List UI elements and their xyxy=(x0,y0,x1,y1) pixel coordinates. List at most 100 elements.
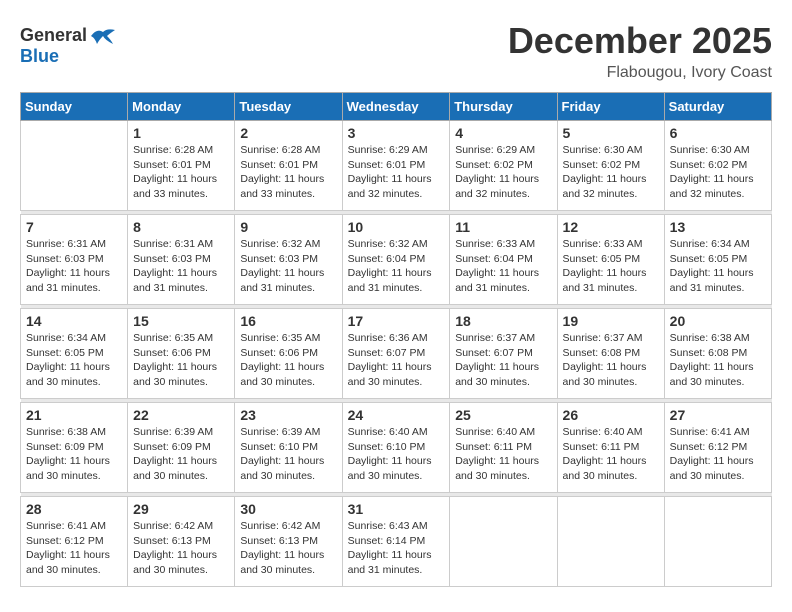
calendar-cell: 5 Sunrise: 6:30 AMSunset: 6:02 PMDaylight… xyxy=(557,121,664,211)
day-info: Sunrise: 6:35 AMSunset: 6:06 PMDaylight:… xyxy=(240,331,336,390)
day-number: 6 xyxy=(670,125,766,141)
calendar-cell: 17 Sunrise: 6:36 AMSunset: 6:07 PMDayligh… xyxy=(342,309,450,399)
day-number: 12 xyxy=(563,219,659,235)
day-number: 21 xyxy=(26,407,122,423)
day-number: 10 xyxy=(348,219,445,235)
col-tuesday: Tuesday xyxy=(235,93,342,121)
day-number: 13 xyxy=(670,219,766,235)
calendar-cell: 27Sunrise: 6:41 AMSunset: 6:12 PMDayligh… xyxy=(664,403,771,493)
day-number: 8 xyxy=(133,219,229,235)
calendar-cell: 21 Sunrise: 6:38 AMSunset: 6:09 PMDayligh… xyxy=(21,403,128,493)
day-number: 19 xyxy=(563,313,659,329)
logo: General Blue xyxy=(20,20,117,67)
calendar-cell: 3Sunrise: 6:29 AMSunset: 6:01 PMDaylight… xyxy=(342,121,450,211)
day-number: 14 xyxy=(26,313,122,329)
calendar-cell: 29 Sunrise: 6:42 AMSunset: 6:13 PMDayligh… xyxy=(128,497,235,587)
day-number: 24 xyxy=(348,407,445,423)
calendar-cell: 4 Sunrise: 6:29 AMSunset: 6:02 PMDaylight… xyxy=(450,121,557,211)
col-friday: Friday xyxy=(557,93,664,121)
day-info: Sunrise: 6:42 AMSunset: 6:13 PMDaylight:… xyxy=(240,519,336,578)
day-number: 30 xyxy=(240,501,336,517)
calendar-cell: 28Sunrise: 6:41 AMSunset: 6:12 PMDayligh… xyxy=(21,497,128,587)
day-info: Sunrise: 6:34 AMSunset: 6:05 PMDaylight:… xyxy=(26,331,122,390)
calendar-header-row: Sunday Monday Tuesday Wednesday Thursday… xyxy=(21,93,772,121)
calendar-cell: 31 Sunrise: 6:43 AMSunset: 6:14 PMDayligh… xyxy=(342,497,450,587)
day-number: 22 xyxy=(133,407,229,423)
calendar-cell: 7Sunrise: 6:31 AMSunset: 6:03 PMDaylight… xyxy=(21,215,128,305)
day-info: Sunrise: 6:30 AMSunset: 6:02 PMDaylight:… xyxy=(670,143,766,202)
calendar-cell: 25 Sunrise: 6:40 AMSunset: 6:11 PMDayligh… xyxy=(450,403,557,493)
day-info: Sunrise: 6:32 AMSunset: 6:04 PMDaylight:… xyxy=(348,237,445,296)
day-number: 17 xyxy=(348,313,445,329)
day-number: 4 xyxy=(455,125,551,141)
day-number: 26 xyxy=(563,407,659,423)
day-info: Sunrise: 6:40 AMSunset: 6:11 PMDaylight:… xyxy=(563,425,659,484)
month-title: December 2025 xyxy=(508,20,772,62)
day-info: Sunrise: 6:43 AMSunset: 6:14 PMDaylight:… xyxy=(348,519,445,578)
day-info: Sunrise: 6:33 AMSunset: 6:04 PMDaylight:… xyxy=(455,237,551,296)
calendar-cell: 26 Sunrise: 6:40 AMSunset: 6:11 PMDayligh… xyxy=(557,403,664,493)
day-number: 1 xyxy=(133,125,229,141)
col-wednesday: Wednesday xyxy=(342,93,450,121)
week-row-3: 14 Sunrise: 6:34 AMSunset: 6:05 PMDayligh… xyxy=(21,309,772,399)
day-info: Sunrise: 6:41 AMSunset: 6:12 PMDaylight:… xyxy=(670,425,766,484)
day-info: Sunrise: 6:40 AMSunset: 6:10 PMDaylight:… xyxy=(348,425,445,484)
col-sunday: Sunday xyxy=(21,93,128,121)
calendar-cell: 18 Sunrise: 6:37 AMSunset: 6:07 PMDayligh… xyxy=(450,309,557,399)
day-info: Sunrise: 6:40 AMSunset: 6:11 PMDaylight:… xyxy=(455,425,551,484)
day-info: Sunrise: 6:31 AMSunset: 6:03 PMDaylight:… xyxy=(133,237,229,296)
calendar-cell: 23Sunrise: 6:39 AMSunset: 6:10 PMDayligh… xyxy=(235,403,342,493)
calendar-cell: 2Sunrise: 6:28 AMSunset: 6:01 PMDaylight… xyxy=(235,121,342,211)
day-number: 16 xyxy=(240,313,336,329)
day-info: Sunrise: 6:35 AMSunset: 6:06 PMDaylight:… xyxy=(133,331,229,390)
calendar-cell: 10 Sunrise: 6:32 AMSunset: 6:04 PMDayligh… xyxy=(342,215,450,305)
calendar-cell: 24 Sunrise: 6:40 AMSunset: 6:10 PMDayligh… xyxy=(342,403,450,493)
day-info: Sunrise: 6:29 AMSunset: 6:02 PMDaylight:… xyxy=(455,143,551,202)
week-row-5: 28Sunrise: 6:41 AMSunset: 6:12 PMDayligh… xyxy=(21,497,772,587)
col-saturday: Saturday xyxy=(664,93,771,121)
calendar-cell xyxy=(21,121,128,211)
calendar-cell: 15 Sunrise: 6:35 AMSunset: 6:06 PMDayligh… xyxy=(128,309,235,399)
calendar-cell: 14 Sunrise: 6:34 AMSunset: 6:05 PMDayligh… xyxy=(21,309,128,399)
day-number: 5 xyxy=(563,125,659,141)
logo-general-text: General xyxy=(20,25,87,46)
day-info: Sunrise: 6:30 AMSunset: 6:02 PMDaylight:… xyxy=(563,143,659,202)
day-info: Sunrise: 6:42 AMSunset: 6:13 PMDaylight:… xyxy=(133,519,229,578)
col-monday: Monday xyxy=(128,93,235,121)
location-title: Flabougou, Ivory Coast xyxy=(508,64,772,82)
calendar-cell xyxy=(664,497,771,587)
page-container: General Blue December 2025 Flabougou, Iv… xyxy=(20,20,772,587)
header: General Blue December 2025 Flabougou, Iv… xyxy=(20,20,772,82)
calendar-cell: 12Sunrise: 6:33 AMSunset: 6:05 PMDayligh… xyxy=(557,215,664,305)
logo-bird-icon xyxy=(89,26,117,46)
day-number: 11 xyxy=(455,219,551,235)
calendar-table: Sunday Monday Tuesday Wednesday Thursday… xyxy=(20,92,772,587)
day-number: 15 xyxy=(133,313,229,329)
calendar-cell: 22Sunrise: 6:39 AMSunset: 6:09 PMDayligh… xyxy=(128,403,235,493)
day-info: Sunrise: 6:28 AMSunset: 6:01 PMDaylight:… xyxy=(133,143,229,202)
day-number: 18 xyxy=(455,313,551,329)
calendar-cell: 1 Sunrise: 6:28 AMSunset: 6:01 PMDaylight… xyxy=(128,121,235,211)
day-number: 29 xyxy=(133,501,229,517)
col-thursday: Thursday xyxy=(450,93,557,121)
calendar-cell: 9Sunrise: 6:32 AMSunset: 6:03 PMDaylight… xyxy=(235,215,342,305)
calendar-cell: 20Sunrise: 6:38 AMSunset: 6:08 PMDayligh… xyxy=(664,309,771,399)
calendar-cell: 8 Sunrise: 6:31 AMSunset: 6:03 PMDaylight… xyxy=(128,215,235,305)
calendar-cell: 16 Sunrise: 6:35 AMSunset: 6:06 PMDayligh… xyxy=(235,309,342,399)
day-info: Sunrise: 6:37 AMSunset: 6:08 PMDaylight:… xyxy=(563,331,659,390)
day-number: 31 xyxy=(348,501,445,517)
day-number: 25 xyxy=(455,407,551,423)
calendar-cell: 6 Sunrise: 6:30 AMSunset: 6:02 PMDaylight… xyxy=(664,121,771,211)
day-info: Sunrise: 6:34 AMSunset: 6:05 PMDaylight:… xyxy=(670,237,766,296)
calendar-cell xyxy=(557,497,664,587)
day-info: Sunrise: 6:37 AMSunset: 6:07 PMDaylight:… xyxy=(455,331,551,390)
day-number: 28 xyxy=(26,501,122,517)
day-number: 3 xyxy=(348,125,445,141)
day-info: Sunrise: 6:38 AMSunset: 6:09 PMDaylight:… xyxy=(26,425,122,484)
day-info: Sunrise: 6:36 AMSunset: 6:07 PMDaylight:… xyxy=(348,331,445,390)
logo-blue-text: Blue xyxy=(20,46,59,67)
day-info: Sunrise: 6:32 AMSunset: 6:03 PMDaylight:… xyxy=(240,237,336,296)
day-number: 23 xyxy=(240,407,336,423)
day-number: 20 xyxy=(670,313,766,329)
calendar-cell: 11 Sunrise: 6:33 AMSunset: 6:04 PMDayligh… xyxy=(450,215,557,305)
